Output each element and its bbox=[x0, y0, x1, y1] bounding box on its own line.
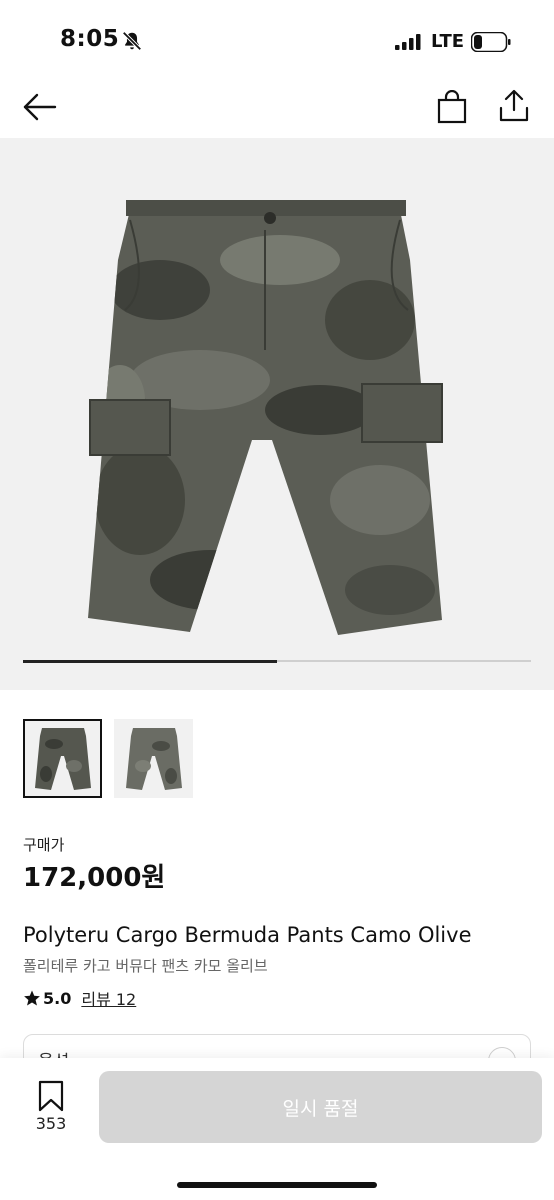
rating-value: 5.0 bbox=[43, 988, 72, 1008]
product-name-en: Polyteru Cargo Bermuda Pants Camo Olive bbox=[23, 923, 472, 947]
network-type: LTE bbox=[431, 31, 465, 52]
thumbnail-2[interactable] bbox=[114, 719, 193, 798]
thumbnail-image bbox=[125, 727, 182, 790]
price-value: 172,000원 bbox=[23, 863, 166, 893]
bottom-action-bar: 353 일시 품절 bbox=[0, 1058, 554, 1200]
product-image-carousel[interactable] bbox=[0, 138, 554, 690]
carousel-progress bbox=[23, 659, 531, 663]
carousel-progress-fill bbox=[23, 659, 277, 663]
thumbnail-1[interactable] bbox=[23, 719, 102, 798]
wish-button[interactable]: 353 bbox=[26, 1080, 76, 1133]
shopping-bag-icon[interactable] bbox=[436, 90, 468, 124]
sold-out-button[interactable]: 일시 품절 bbox=[99, 1071, 542, 1143]
bookmark-icon bbox=[38, 1080, 64, 1112]
thumbnail-list bbox=[23, 719, 193, 799]
bell-muted-icon bbox=[122, 31, 142, 51]
arrow-left-icon[interactable] bbox=[22, 92, 58, 122]
product-name-ko: 폴리테루 카고 버뮤다 팬츠 카모 올리브 bbox=[23, 957, 268, 975]
reviews-link[interactable]: 리뷰 12 bbox=[81, 986, 136, 1010]
top-navigation bbox=[0, 80, 554, 136]
rating-row: 5.0 리뷰 12 bbox=[23, 986, 136, 1010]
cellular-signal-icon bbox=[395, 34, 421, 50]
wish-count: 353 bbox=[35, 1114, 67, 1133]
thumbnail-image bbox=[34, 727, 91, 790]
status-time: 8:05 bbox=[60, 26, 120, 52]
home-indicator bbox=[177, 1182, 377, 1188]
price-label: 구매가 bbox=[23, 836, 65, 854]
star-icon bbox=[24, 990, 40, 1006]
share-icon[interactable] bbox=[496, 88, 532, 124]
product-image bbox=[88, 200, 443, 635]
battery-icon bbox=[471, 32, 511, 52]
status-bar: 8:05 LTE bbox=[0, 0, 554, 80]
